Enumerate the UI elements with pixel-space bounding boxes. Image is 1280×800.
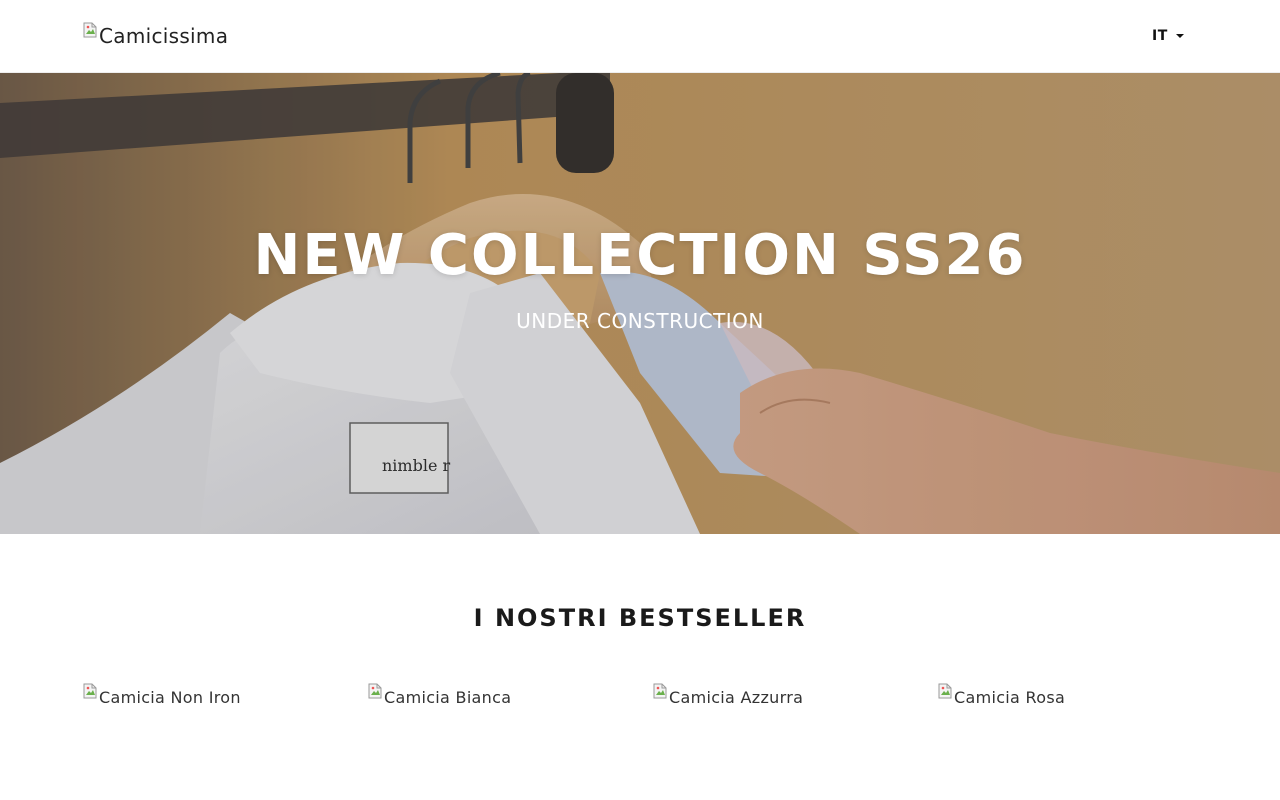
product-alt-text: Camicia Azzurra [669, 687, 804, 707]
product-alt-text: Camicia Bianca [384, 687, 512, 707]
product-alt-text: Camicia Non Iron [99, 687, 241, 707]
product-card-non-iron[interactable]: Camicia Non Iron [82, 683, 241, 710]
broken-image-icon [82, 22, 98, 38]
product-card-azzurra[interactable]: Camicia Azzurra [652, 683, 804, 710]
broken-image-icon [367, 683, 383, 699]
product-alt-text: Camicia Rosa [954, 687, 1066, 707]
hero-title: NEW COLLECTION SS26 [253, 223, 1027, 288]
logo-link[interactable]: Camicissima [82, 22, 228, 50]
hero-banner: nimble r NEW COLLECTION SS26 UNDER CONST… [0, 73, 1280, 534]
broken-image-icon [652, 683, 668, 699]
hero-subtitle: UNDER CONSTRUCTION [516, 309, 764, 333]
broken-image-icon [937, 683, 953, 699]
language-label: IT [1152, 28, 1168, 44]
product-grid: Camicia Non Iron Camicia Bianca Camicia … [82, 683, 1202, 724]
broken-image-icon [82, 683, 98, 699]
language-dropdown[interactable]: IT [1152, 27, 1184, 45]
caret-down-icon [1175, 34, 1184, 38]
logo-alt-text: Camicissima [99, 24, 229, 48]
product-card-rosa[interactable]: Camicia Rosa [937, 683, 1066, 710]
hero-overlay [0, 73, 1280, 534]
product-card-bianca[interactable]: Camicia Bianca [367, 683, 512, 710]
site-header: Camicissima IT [0, 0, 1280, 73]
bestsellers-title: I NOSTRI BESTSELLER [473, 604, 807, 632]
